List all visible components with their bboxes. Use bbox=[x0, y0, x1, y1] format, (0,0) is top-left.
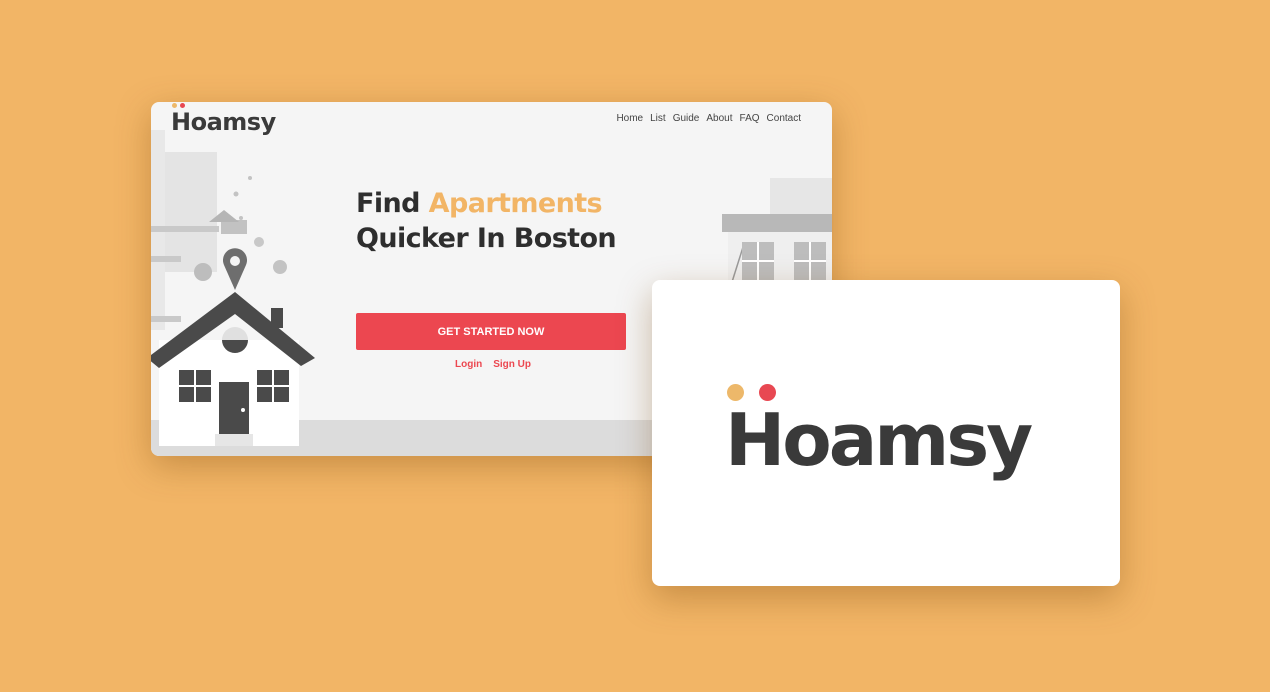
login-link[interactable]: Login bbox=[455, 359, 482, 370]
nav-guide[interactable]: Guide bbox=[673, 113, 700, 124]
logo-text: Hoamsy bbox=[171, 108, 276, 136]
logo-dot-red bbox=[180, 103, 185, 108]
nav-about[interactable]: About bbox=[706, 113, 732, 124]
logo-dots bbox=[172, 103, 192, 111]
logo-text-large: Hoamsy bbox=[725, 398, 1033, 482]
site-logo[interactable]: Hoamsy bbox=[171, 103, 276, 136]
logo-dot-red-large bbox=[759, 384, 776, 401]
signup-link[interactable]: Sign Up bbox=[493, 359, 531, 370]
nav-contact[interactable]: Contact bbox=[767, 113, 801, 124]
building-illustration bbox=[722, 178, 832, 292]
auth-links: Login Sign Up bbox=[455, 359, 531, 370]
hero-title: Find Apartments Quicker In Boston bbox=[356, 186, 617, 256]
hero-title-find: Find bbox=[356, 188, 420, 219]
nav-list[interactable]: List bbox=[650, 113, 666, 124]
get-started-button[interactable]: GET STARTED NOW bbox=[356, 313, 626, 350]
nav-faq[interactable]: FAQ bbox=[740, 113, 760, 124]
hero-title-line2: Quicker In Boston bbox=[356, 223, 617, 254]
hero-title-accent: Apartments bbox=[428, 188, 603, 219]
map-pin-icon bbox=[223, 248, 247, 290]
logo-card: Hoamsy bbox=[652, 280, 1120, 586]
logo-dots-large bbox=[727, 384, 779, 402]
logo-dot-yellow-large bbox=[727, 384, 744, 401]
house-illustration bbox=[151, 130, 315, 446]
main-nav: Home List Guide About FAQ Contact bbox=[616, 113, 801, 124]
brand-logo-large: Hoamsy bbox=[725, 384, 1033, 482]
logo-dot-yellow bbox=[172, 103, 177, 108]
nav-home[interactable]: Home bbox=[616, 113, 643, 124]
